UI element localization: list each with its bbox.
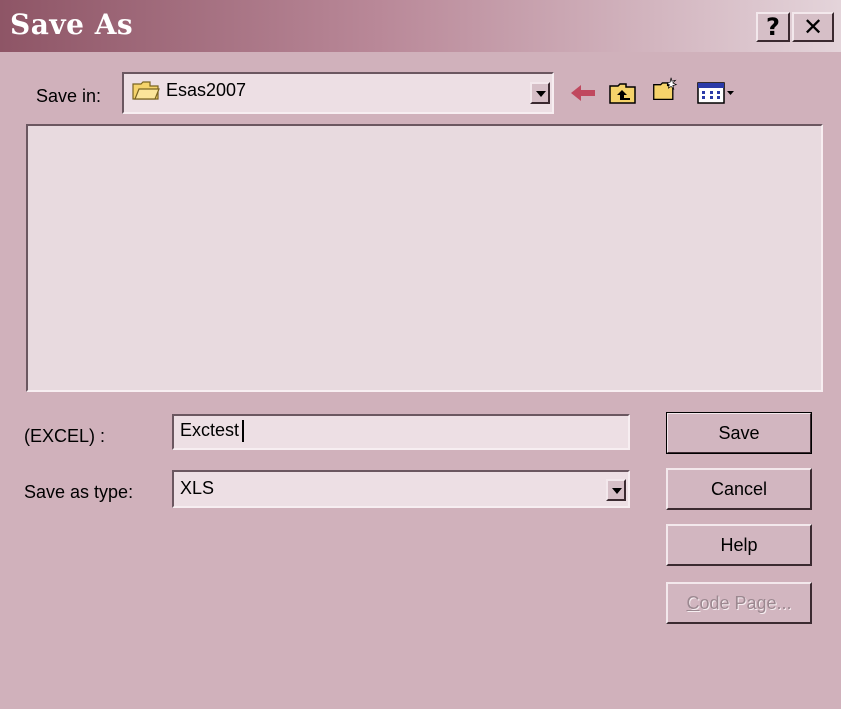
view-menu-icon[interactable] [696, 80, 736, 106]
save-as-type-label: Save as type: [24, 482, 134, 502]
text-caret [242, 420, 245, 443]
save-button-label: Save [718, 423, 760, 443]
cancel-button-label: Cancel [710, 479, 768, 499]
filename-input[interactable]: Exctest [172, 414, 630, 450]
dialog-title: Save As [10, 8, 134, 41]
folder-icon [132, 81, 160, 100]
code-page-button[interactable]: Code Page... [666, 582, 812, 624]
save-in-folder-name: Esas2007 [166, 80, 247, 100]
close-button[interactable]: ✕ [792, 12, 834, 42]
save-as-dialog: Save As ? ✕ Save in: Esas2007 (EXCEL): … [0, 0, 841, 709]
chevron-down-icon[interactable] [530, 82, 550, 104]
help-title-button[interactable]: ? [756, 12, 790, 42]
close-icon: ✕ [802, 13, 824, 41]
help-button-label: Help [720, 535, 758, 555]
filename-label: (EXCEL) : [24, 426, 106, 446]
back-arrow-icon[interactable] [568, 80, 598, 106]
up-folder-icon[interactable] [608, 80, 638, 106]
save-in-label: Save in: [36, 86, 102, 106]
save-button[interactable]: Save [666, 412, 812, 454]
help-question-icon: ? [766, 13, 780, 41]
chevron-down-icon[interactable] [606, 479, 626, 501]
save-as-type-dropdown[interactable]: XLS [172, 470, 630, 508]
cancel-button[interactable]: Cancel [666, 468, 812, 510]
code-page-button-label: Code Page... [686, 593, 792, 613]
save-in-dropdown[interactable]: Esas2007 [122, 72, 554, 114]
file-list[interactable] [26, 124, 823, 392]
save-as-type-value: XLS [180, 478, 215, 498]
filename-value: Exctest [180, 420, 240, 440]
title-bar[interactable]: Save As ? ✕ [0, 0, 841, 52]
new-folder-icon[interactable] [650, 76, 680, 102]
help-button[interactable]: Help [666, 524, 812, 566]
